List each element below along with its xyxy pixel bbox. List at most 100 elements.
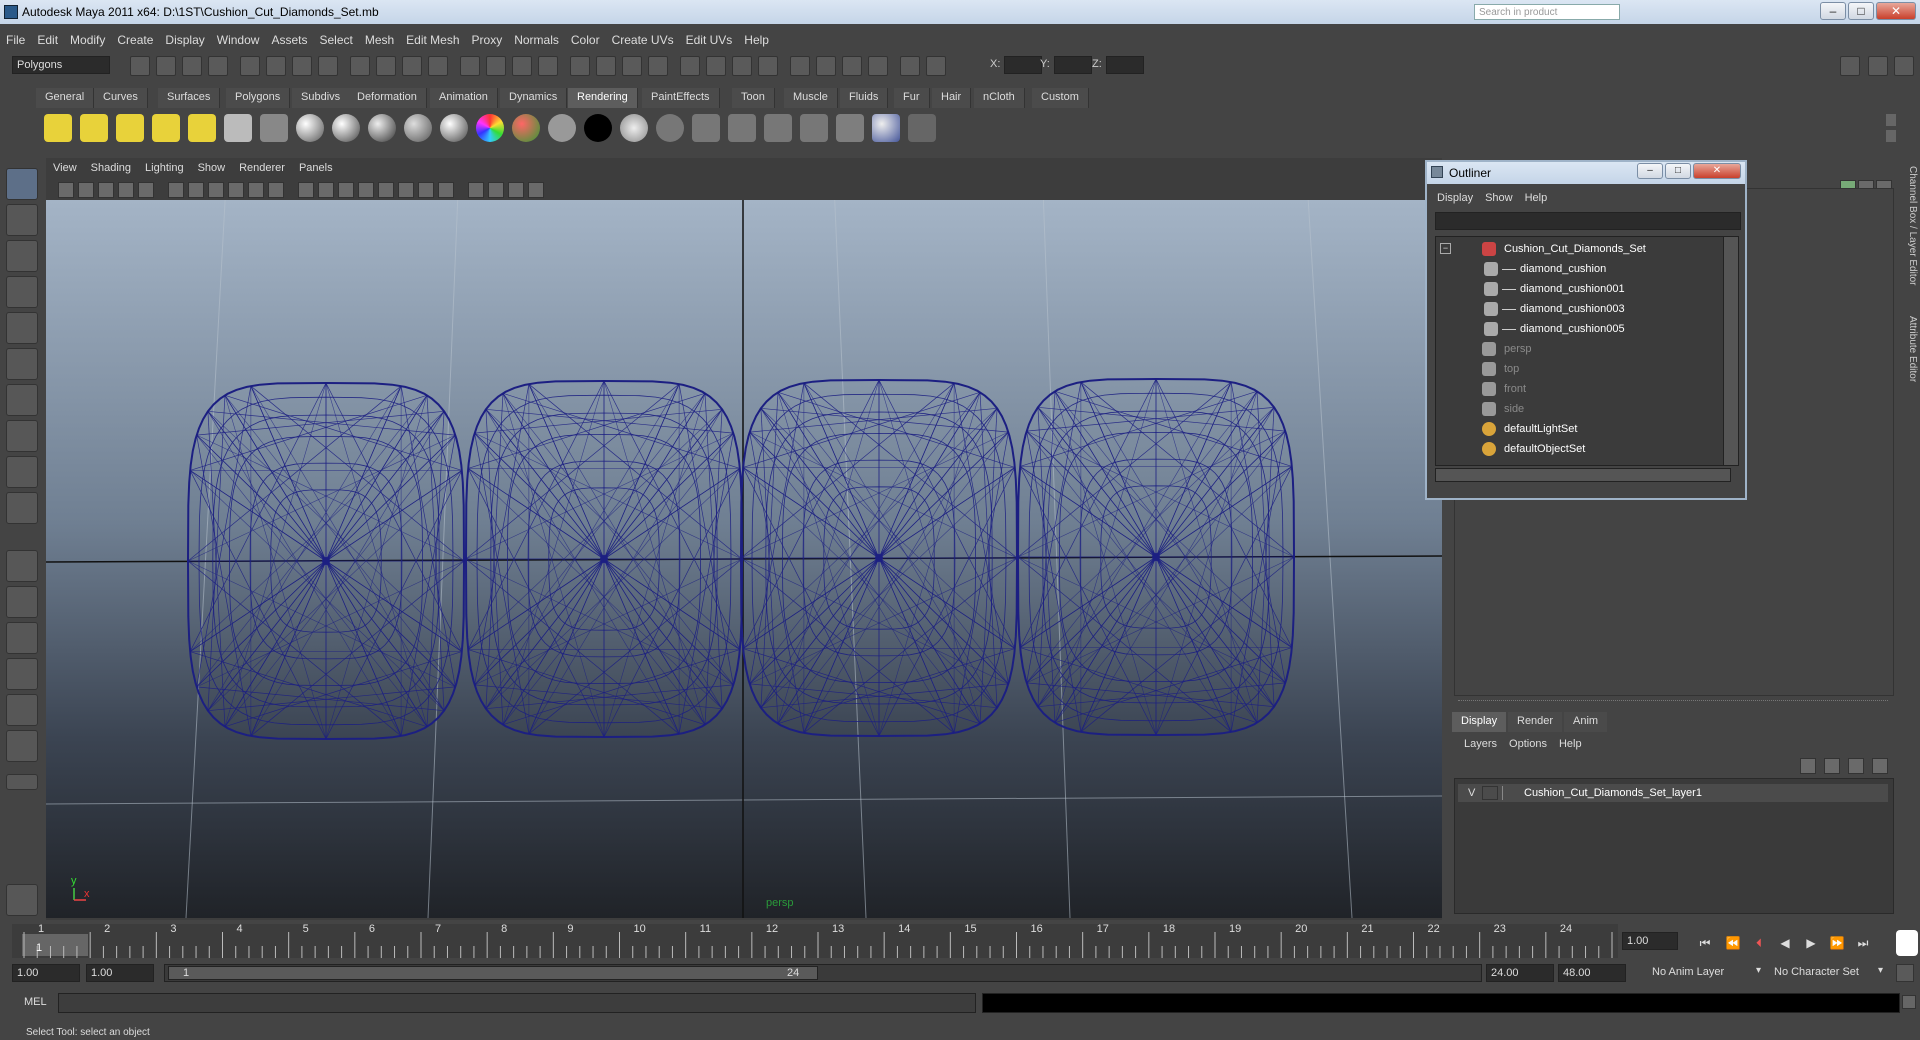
layer-menu-help[interactable]: Help <box>1553 736 1588 752</box>
batch-render-icon[interactable] <box>836 114 864 142</box>
time-slider[interactable]: 1 2 3 4 5 6 7 8 9 10 11 12 13 14 15 16 17 18 19 20 21 22 23 24 1 <box>12 923 1618 958</box>
auto-key-icon[interactable] <box>1896 930 1918 956</box>
layer-visibility-toggle[interactable]: V <box>1468 787 1475 799</box>
new-scene-icon[interactable] <box>130 56 150 76</box>
menu-display[interactable]: Display <box>159 30 210 50</box>
wireframe-icon[interactable] <box>298 182 314 198</box>
new-layer-selected-icon[interactable] <box>1824 758 1840 774</box>
ipr-render-icon[interactable] <box>648 56 668 76</box>
blinn-material-icon[interactable] <box>296 114 324 142</box>
play-forwards-icon[interactable]: ▶ <box>1802 936 1820 950</box>
menu-create-uvs[interactable]: Create UVs <box>606 30 680 50</box>
menu-help[interactable]: Help <box>738 30 775 50</box>
soft-mod-tool-icon[interactable] <box>6 420 38 452</box>
render-icon[interactable] <box>622 56 642 76</box>
render-settings-icon[interactable] <box>680 56 700 76</box>
tab-toon[interactable]: Toon <box>732 88 775 108</box>
layer-row[interactable]: V Cushion_Cut_Diamonds_Set_layer1 <box>1458 784 1888 802</box>
go-to-end-icon[interactable]: ⏭ <box>1854 936 1872 950</box>
outliner-item[interactable]: side <box>1436 399 1726 419</box>
menu-modify[interactable]: Modify <box>64 30 111 50</box>
lock-icon[interactable] <box>512 56 532 76</box>
tab-muscle[interactable]: Muscle <box>784 88 838 108</box>
viewport-menu-renderer[interactable]: Renderer <box>232 159 292 177</box>
start-time-field[interactable]: 1.00 <box>12 964 80 982</box>
outliner-item[interactable]: diamond_cushion <box>1436 259 1726 279</box>
diamond-wireframe[interactable] <box>464 379 744 739</box>
tab-rendering[interactable]: Rendering <box>568 88 638 108</box>
last-tool-icon[interactable] <box>6 492 38 524</box>
outliner-minimize-button[interactable]: – <box>1637 163 1663 179</box>
outliner-item[interactable]: persp <box>1436 339 1726 359</box>
tab-curves[interactable]: Curves <box>94 88 148 108</box>
viewport-canvas[interactable]: yx <box>46 200 1442 918</box>
outliner-horizontal-scrollbar[interactable] <box>1435 468 1731 482</box>
side-tab-channel-box[interactable]: Channel Box / Layer Editor <box>1900 166 1918 306</box>
select-component-icon[interactable] <box>266 56 286 76</box>
smooth-shade-icon[interactable] <box>318 182 334 198</box>
channel-box-toggle-icon[interactable] <box>1868 56 1888 76</box>
area-light-icon[interactable] <box>188 114 216 142</box>
viewport-menu-view[interactable]: View <box>46 159 84 177</box>
tab-fluids[interactable]: Fluids <box>840 88 889 108</box>
hierarchy-mask-icon[interactable] <box>292 56 312 76</box>
persp-outliner-layout-icon[interactable] <box>6 622 38 654</box>
hypershade-layout-icon[interactable] <box>6 694 38 726</box>
output-icon[interactable] <box>816 56 836 76</box>
graph-editor-layout-icon[interactable] <box>6 730 38 762</box>
menu-file[interactable]: File <box>0 30 31 50</box>
x-field[interactable] <box>1004 56 1042 74</box>
outliner-item[interactable]: front <box>1436 379 1726 399</box>
select-object-icon[interactable] <box>240 56 260 76</box>
search-input[interactable]: Search in product <box>1474 4 1620 20</box>
tab-fur[interactable]: Fur <box>894 88 930 108</box>
new-layer-icon[interactable] <box>1800 758 1816 774</box>
phong-material-icon[interactable] <box>332 114 360 142</box>
layer-tab-display[interactable]: Display <box>1452 712 1507 732</box>
texture-icon[interactable] <box>358 182 374 198</box>
viewport-menu-panels[interactable]: Panels <box>292 159 340 177</box>
anim-prefs-icon[interactable] <box>1896 964 1914 982</box>
field-chart-icon[interactable] <box>248 182 264 198</box>
move-tool-icon[interactable] <box>6 276 38 308</box>
shelf-scroll-down-icon[interactable] <box>1886 130 1896 142</box>
time-slider-ruler[interactable]: 1 2 3 4 5 6 7 8 9 10 11 12 13 14 15 16 17 18 19 20 21 22 23 241 <box>12 923 1618 958</box>
phong-e-material-icon[interactable] <box>368 114 396 142</box>
snap-curve-icon[interactable] <box>376 56 396 76</box>
outliner-vertical-scrollbar[interactable] <box>1723 236 1739 466</box>
y-field[interactable] <box>1054 56 1092 74</box>
menu-window[interactable]: Window <box>211 30 266 50</box>
tab-painteffects[interactable]: PaintEffects <box>642 88 720 108</box>
menu-mesh[interactable]: Mesh <box>359 30 400 50</box>
camera-attributes-icon[interactable] <box>58 182 74 198</box>
shadows-icon[interactable] <box>398 182 414 198</box>
diamond-wireframe[interactable] <box>186 381 466 741</box>
shading-map-icon[interactable] <box>620 114 648 142</box>
paint-brush-icon[interactable] <box>908 114 936 142</box>
playback-end-field[interactable]: 24.00 <box>1486 964 1554 982</box>
command-language-label[interactable]: MEL <box>24 996 47 1008</box>
menu-create[interactable]: Create <box>111 30 159 50</box>
go-to-start-icon[interactable]: ⏮ <box>1696 936 1714 950</box>
viewport-menu-show[interactable]: Show <box>191 159 233 177</box>
layer-menu-layers[interactable]: Layers <box>1458 736 1503 752</box>
menu-set-dropdown[interactable]: Polygons <box>12 56 110 74</box>
bookmark-icon[interactable] <box>78 182 94 198</box>
hypershade-icon[interactable] <box>656 114 684 142</box>
single-perspective-layout-icon[interactable] <box>6 550 38 582</box>
tab-polygons[interactable]: Polygons <box>226 88 291 108</box>
tab-subdivs[interactable]: Subdivs <box>292 88 351 108</box>
tab-general[interactable]: General <box>36 88 95 108</box>
tab-custom[interactable]: Custom <box>1032 88 1089 108</box>
save-scene-icon[interactable] <box>182 56 202 76</box>
motion-blur-icon[interactable] <box>438 182 454 198</box>
play-backwards-icon[interactable]: ◀ <box>1776 936 1794 950</box>
snap-point-icon[interactable] <box>402 56 422 76</box>
image-plane-icon[interactable] <box>98 182 114 198</box>
close-button[interactable]: ✕ <box>1876 2 1916 20</box>
outliner-filter-input[interactable] <box>1435 212 1741 230</box>
anisotropic-material-icon[interactable] <box>440 114 468 142</box>
outliner-close-button[interactable]: ✕ <box>1693 163 1741 179</box>
construction-icon[interactable] <box>596 56 616 76</box>
manipulator-tool-icon[interactable] <box>6 384 38 416</box>
